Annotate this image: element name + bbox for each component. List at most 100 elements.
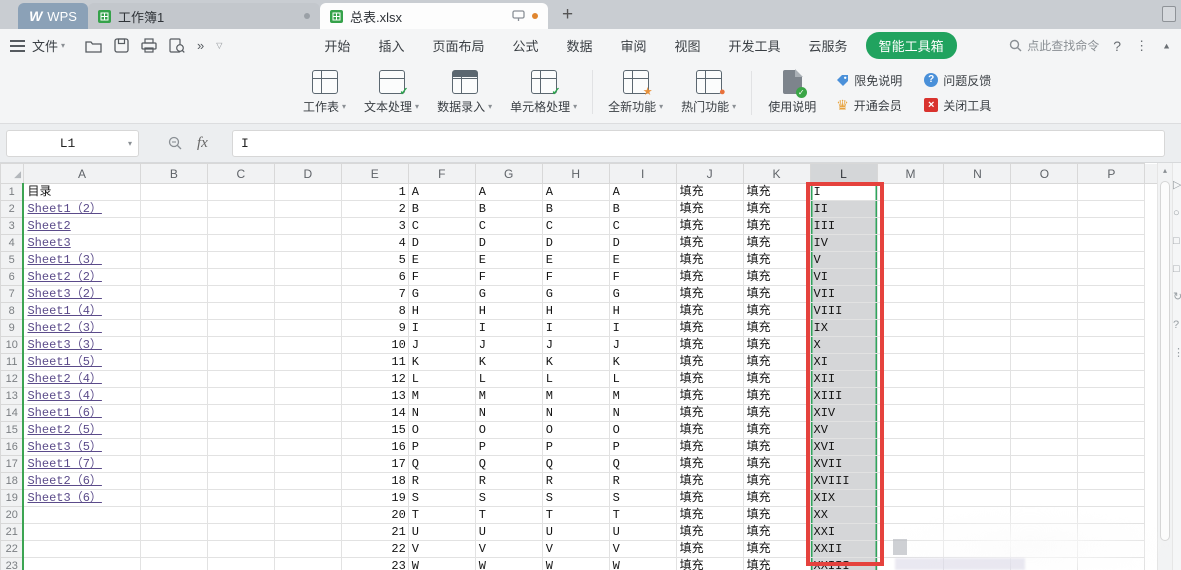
ribbon-link-tag[interactable]: 限免说明: [836, 72, 902, 89]
sidebar-tool-icon[interactable]: □: [1173, 235, 1181, 247]
cell-A18[interactable]: Sheet2（6）: [23, 473, 140, 490]
cell-G6[interactable]: F: [475, 269, 542, 286]
cell-K21[interactable]: 填充: [743, 524, 810, 541]
ribbon-link-question[interactable]: ?问题反馈: [924, 72, 991, 89]
menu-item-7[interactable]: 开发工具: [715, 31, 795, 60]
cell-F4[interactable]: D: [408, 235, 475, 252]
cell-K5[interactable]: 填充: [743, 252, 810, 269]
cell-O5[interactable]: [1011, 252, 1078, 269]
cell-B7[interactable]: [140, 286, 207, 303]
scrollbar-thumb[interactable]: [1160, 181, 1170, 541]
cell-L12[interactable]: XII: [810, 371, 877, 388]
print-preview-icon[interactable]: [169, 38, 185, 53]
cell-E6[interactable]: 6: [341, 269, 408, 286]
cell-M4[interactable]: [877, 235, 944, 252]
menu-item-1[interactable]: 插入: [364, 31, 418, 60]
cell-D20[interactable]: [274, 507, 341, 524]
cell-H23[interactable]: W: [542, 558, 609, 570]
cell-G7[interactable]: G: [475, 286, 542, 303]
cell-O3[interactable]: [1011, 218, 1078, 235]
cell-N9[interactable]: [944, 320, 1011, 337]
cell-J23[interactable]: 填充: [676, 558, 743, 570]
cell-P10[interactable]: [1078, 337, 1145, 354]
cell-I23[interactable]: W: [609, 558, 676, 570]
cell-A21[interactable]: [23, 524, 140, 541]
cell-K23[interactable]: 填充: [743, 558, 810, 570]
cell-G16[interactable]: P: [475, 439, 542, 456]
cell-G9[interactable]: I: [475, 320, 542, 337]
cell-J1[interactable]: 填充: [676, 184, 743, 201]
column-header-K[interactable]: K: [743, 164, 810, 184]
cell-J15[interactable]: 填充: [676, 422, 743, 439]
row-header-10[interactable]: 10: [1, 337, 24, 354]
cell-D8[interactable]: [274, 303, 341, 320]
save-icon[interactable]: [114, 38, 129, 53]
cell-B15[interactable]: [140, 422, 207, 439]
cell-C7[interactable]: [207, 286, 274, 303]
row-header-13[interactable]: 13: [1, 388, 24, 405]
cell-K20[interactable]: 填充: [743, 507, 810, 524]
name-box-dropdown-icon[interactable]: ▾: [128, 139, 132, 148]
cell-L14[interactable]: XIV: [810, 405, 877, 422]
cell-I3[interactable]: C: [609, 218, 676, 235]
cell-I9[interactable]: I: [609, 320, 676, 337]
cell-K4[interactable]: 填充: [743, 235, 810, 252]
cell-D3[interactable]: [274, 218, 341, 235]
cell-G4[interactable]: D: [475, 235, 542, 252]
cell-L3[interactable]: III: [810, 218, 877, 235]
cell-O4[interactable]: [1011, 235, 1078, 252]
cell-N16[interactable]: [944, 439, 1011, 456]
cell-C22[interactable]: [207, 541, 274, 558]
cell-L20[interactable]: XX: [810, 507, 877, 524]
column-header-I[interactable]: I: [609, 164, 676, 184]
cell-C21[interactable]: [207, 524, 274, 541]
cell-H11[interactable]: K: [542, 354, 609, 371]
cell-J5[interactable]: 填充: [676, 252, 743, 269]
ribbon-tool-hot-features[interactable]: ●热门功能▾: [672, 70, 745, 115]
cell-I8[interactable]: H: [609, 303, 676, 320]
cell-F16[interactable]: P: [408, 439, 475, 456]
cell-H10[interactable]: J: [542, 337, 609, 354]
cell-I13[interactable]: M: [609, 388, 676, 405]
cell-K18[interactable]: 填充: [743, 473, 810, 490]
row-header-17[interactable]: 17: [1, 456, 24, 473]
cell-I12[interactable]: L: [609, 371, 676, 388]
cell-B4[interactable]: [140, 235, 207, 252]
cell-P15[interactable]: [1078, 422, 1145, 439]
menu-item-3[interactable]: 公式: [498, 31, 552, 60]
column-header-G[interactable]: G: [475, 164, 542, 184]
cell-L17[interactable]: XVII: [810, 456, 877, 473]
cell-K16[interactable]: 填充: [743, 439, 810, 456]
cell-H6[interactable]: F: [542, 269, 609, 286]
cell-O21[interactable]: [1011, 524, 1078, 541]
cell-P8[interactable]: [1078, 303, 1145, 320]
cell-N5[interactable]: [944, 252, 1011, 269]
cell-M13[interactable]: [877, 388, 944, 405]
row-header-20[interactable]: 20: [1, 507, 24, 524]
cell-M9[interactable]: [877, 320, 944, 337]
cell-M7[interactable]: [877, 286, 944, 303]
cell-G8[interactable]: H: [475, 303, 542, 320]
cell-J18[interactable]: 填充: [676, 473, 743, 490]
cell-E3[interactable]: 3: [341, 218, 408, 235]
cell-M17[interactable]: [877, 456, 944, 473]
cell-A2[interactable]: Sheet1（2）: [23, 201, 140, 218]
cell-D18[interactable]: [274, 473, 341, 490]
cell-E16[interactable]: 16: [341, 439, 408, 456]
cell-A3[interactable]: Sheet2: [23, 218, 140, 235]
more-commands-icon[interactable]: »: [197, 38, 204, 53]
cell-J3[interactable]: 填充: [676, 218, 743, 235]
cell-J9[interactable]: 填充: [676, 320, 743, 337]
cell-L15[interactable]: XV: [810, 422, 877, 439]
column-header-B[interactable]: B: [140, 164, 207, 184]
cell-M2[interactable]: [877, 201, 944, 218]
select-all-corner[interactable]: ◢: [1, 164, 24, 184]
column-header-C[interactable]: C: [207, 164, 274, 184]
cell-E12[interactable]: 12: [341, 371, 408, 388]
cell-D11[interactable]: [274, 354, 341, 371]
sidebar-apps-icon[interactable]: ⋮: [1173, 347, 1181, 359]
cell-D21[interactable]: [274, 524, 341, 541]
cell-P13[interactable]: [1078, 388, 1145, 405]
cell-C17[interactable]: [207, 456, 274, 473]
cell-C3[interactable]: [207, 218, 274, 235]
